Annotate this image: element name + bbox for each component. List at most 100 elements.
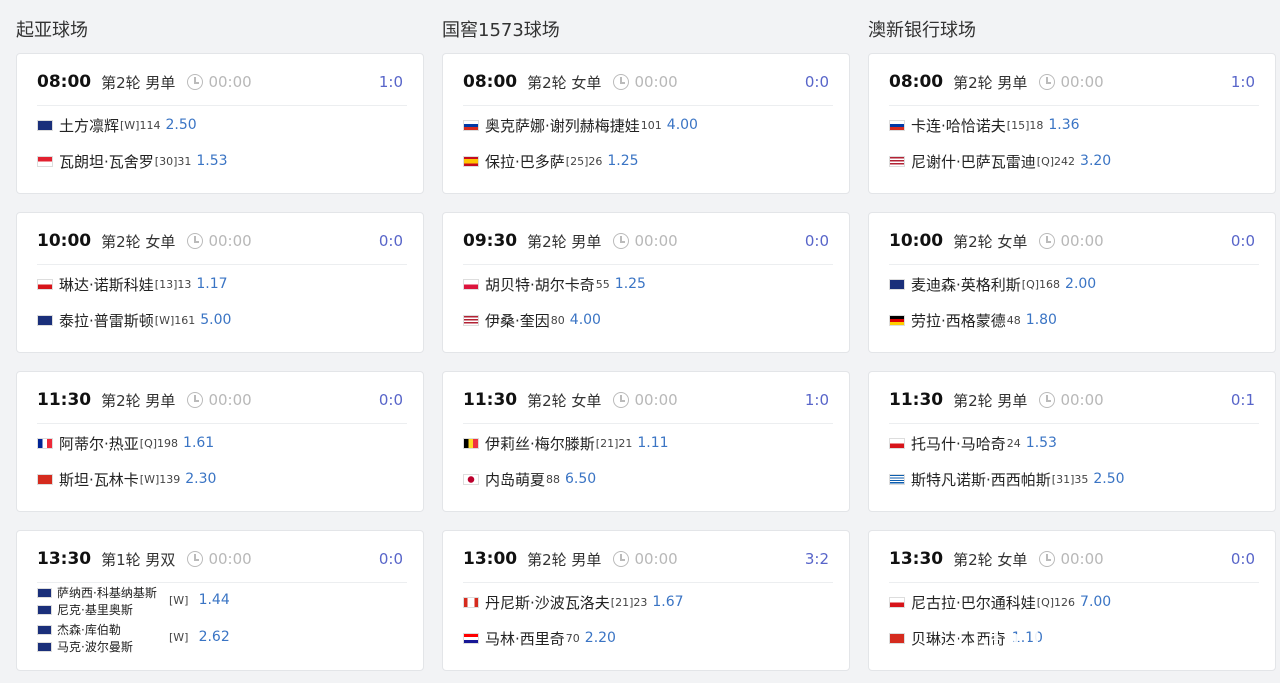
court-title: 国窖1573球场 bbox=[442, 20, 560, 41]
flag-fra-icon bbox=[37, 437, 53, 449]
player-row[interactable]: 伊桑·奎因 80 4.00 bbox=[463, 310, 839, 330]
doubles-team[interactable]: 萨纳西·科基纳基斯 尼克·基里奥斯 [W] 1.44 bbox=[37, 584, 417, 620]
player-odds[interactable]: 6.50 bbox=[565, 471, 596, 487]
divider bbox=[463, 582, 833, 583]
player-odds[interactable]: 4.00 bbox=[667, 117, 698, 133]
flag-mon-icon bbox=[37, 155, 53, 167]
player-row[interactable]: 劳拉·西格蒙德 48 1.80 bbox=[889, 310, 1265, 330]
clock-icon bbox=[187, 392, 204, 408]
player-row[interactable]: 瓦朗坦·瓦舍罗 [30]31 1.53 bbox=[37, 151, 413, 171]
flag-sui-icon bbox=[889, 632, 905, 644]
player-odds[interactable]: 1.53 bbox=[1026, 435, 1057, 451]
elapsed-time: 00:00 bbox=[208, 391, 252, 409]
flag-gre-icon bbox=[889, 473, 905, 485]
match-card[interactable]: 10:00 第2轮 女单 00:00 0:0 琳达·诺斯科娃 [13]13 1.… bbox=[16, 212, 424, 353]
player-name: 斯坦·瓦林卡 bbox=[59, 470, 139, 489]
player-row[interactable]: 保拉·巴多萨 [25]26 1.25 bbox=[463, 151, 839, 171]
player-name: 马林·西里奇 bbox=[485, 629, 565, 648]
player-odds[interactable]: 7.00 bbox=[1080, 594, 1111, 610]
player-row[interactable]: 奥克萨娜·谢列赫梅捷娃 101 4.00 bbox=[463, 115, 839, 135]
flag-aus-icon bbox=[889, 278, 905, 290]
player-name: 胡贝特·胡尔卡奇 bbox=[485, 275, 595, 294]
match-time: 11:30 bbox=[37, 390, 92, 410]
flag-rus-icon bbox=[463, 119, 479, 131]
doubles-team[interactable]: 杰森·库伯勒 马克·波尔曼斯 [W] 2.62 bbox=[37, 621, 417, 657]
player-row[interactable]: 斯特凡诺斯·西西帕斯 [31]35 2.50 bbox=[889, 469, 1265, 489]
match-round: 第2轮 男单 bbox=[527, 550, 602, 569]
match-header: 13:30 第1轮 男双 00:00 0:0 bbox=[37, 548, 403, 570]
player-row[interactable]: 马林·西里奇 70 2.20 bbox=[463, 628, 839, 648]
player-seed: 80 bbox=[550, 313, 565, 327]
player-odds[interactable]: 4.00 bbox=[570, 312, 601, 328]
match-round: 第2轮 女单 bbox=[953, 550, 1028, 569]
clock-icon bbox=[613, 551, 630, 567]
player-seed: 55 bbox=[595, 277, 610, 291]
player-odds[interactable]: 1.80 bbox=[1026, 312, 1057, 328]
match-card[interactable]: 13:30 第1轮 男双 00:00 0:0 萨纳西·科基纳基斯 尼克·基里奥斯… bbox=[16, 530, 424, 671]
match-time: 08:00 bbox=[463, 72, 518, 92]
player-odds[interactable]: 2.30 bbox=[185, 471, 216, 487]
player-row[interactable]: 泰拉·普雷斯顿 [W]161 5.00 bbox=[37, 310, 413, 330]
team-odds[interactable]: 1.44 bbox=[199, 592, 230, 608]
flag-jpn-icon bbox=[463, 473, 479, 485]
player-row[interactable]: 斯坦·瓦林卡 [W]139 2.30 bbox=[37, 469, 413, 489]
match-card[interactable]: 13:00 第2轮 男单 00:00 3:2 丹尼斯·沙波瓦洛夫 [21]23 … bbox=[442, 530, 850, 671]
player-row[interactable]: 内岛萌夏 88 6.50 bbox=[463, 469, 839, 489]
player-odds[interactable]: 1.25 bbox=[607, 153, 638, 169]
player-seed: [30]31 bbox=[154, 154, 192, 168]
player-row[interactable]: 卡连·哈恰诺夫 [15]18 1.36 bbox=[889, 115, 1265, 135]
match-score: 0:1 bbox=[1230, 391, 1255, 409]
player-row[interactable]: 土方凛辉 [W]114 2.50 bbox=[37, 115, 413, 135]
player-row[interactable]: 尼古拉·巴尔通科娃 [Q]126 7.00 bbox=[889, 592, 1265, 612]
player-row[interactable]: 尼谢什·巴萨瓦雷迪 [Q]242 3.20 bbox=[889, 151, 1265, 171]
player-odds[interactable]: 1.53 bbox=[196, 153, 227, 169]
player-row[interactable]: 琳达·诺斯科娃 [13]13 1.17 bbox=[37, 274, 413, 294]
match-card[interactable]: 10:00 第2轮 女单 00:00 0:0 麦迪森·英格利斯 [Q]168 2… bbox=[868, 212, 1276, 353]
match-card[interactable]: 08:00 第2轮 男单 00:00 1:0 土方凛辉 [W]114 2.50 … bbox=[16, 53, 424, 194]
player-odds[interactable]: 1.17 bbox=[196, 276, 227, 292]
player-row[interactable]: 托马什·马哈奇 24 1.53 bbox=[889, 433, 1265, 453]
clock-icon bbox=[613, 392, 630, 408]
match-card[interactable]: 08:00 第2轮 男单 00:00 1:0 卡连·哈恰诺夫 [15]18 1.… bbox=[868, 53, 1276, 194]
player-row[interactable]: 麦迪森·英格利斯 [Q]168 2.00 bbox=[889, 274, 1265, 294]
match-card[interactable]: 08:00 第2轮 女单 00:00 0:0 奥克萨娜·谢列赫梅捷娃 101 4… bbox=[442, 53, 850, 194]
player-odds[interactable]: 2.50 bbox=[165, 117, 196, 133]
player-odds[interactable]: 3.20 bbox=[1080, 153, 1111, 169]
player-odds[interactable]: 5.00 bbox=[200, 312, 231, 328]
elapsed-time: 00:00 bbox=[208, 232, 252, 250]
team-odds[interactable]: 2.62 bbox=[199, 629, 230, 645]
player-seed: [25]26 bbox=[565, 154, 603, 168]
match-card[interactable]: 11:30 第2轮 女单 00:00 1:0 伊莉丝·梅尔滕斯 [21]21 1… bbox=[442, 371, 850, 512]
divider bbox=[37, 105, 407, 106]
player-row[interactable]: 阿蒂尔·热亚 [Q]198 1.61 bbox=[37, 433, 413, 453]
player-odds[interactable]: 1.67 bbox=[652, 594, 683, 610]
flag-cze-icon bbox=[37, 278, 53, 290]
player-odds[interactable]: 1.36 bbox=[1048, 117, 1079, 133]
match-card[interactable]: 11:30 第2轮 男单 00:00 0:1 托马什·马哈奇 24 1.53 斯… bbox=[868, 371, 1276, 512]
match-card[interactable]: 09:30 第2轮 男单 00:00 0:0 胡贝特·胡尔卡奇 55 1.25 … bbox=[442, 212, 850, 353]
match-time: 13:30 bbox=[37, 549, 92, 569]
player-row[interactable]: 丹尼斯·沙波瓦洛夫 [21]23 1.67 bbox=[463, 592, 839, 612]
divider bbox=[463, 264, 833, 265]
player-seed: [W]114 bbox=[120, 118, 161, 132]
player-odds[interactable]: 1.61 bbox=[183, 435, 214, 451]
clock-icon bbox=[613, 233, 630, 249]
match-score: 1:0 bbox=[1230, 73, 1255, 91]
match-card[interactable]: 11:30 第2轮 男单 00:00 0:0 阿蒂尔·热亚 [Q]198 1.6… bbox=[16, 371, 424, 512]
elapsed-time: 00:00 bbox=[1060, 550, 1104, 568]
match-round: 第1轮 男双 bbox=[101, 550, 176, 569]
match-time: 10:00 bbox=[37, 231, 92, 251]
player-seed: [Q]126 bbox=[1036, 595, 1076, 609]
player-row[interactable]: 胡贝特·胡尔卡奇 55 1.25 bbox=[463, 274, 839, 294]
player-odds[interactable]: 1.25 bbox=[615, 276, 646, 292]
player-odds[interactable]: 2.50 bbox=[1093, 471, 1124, 487]
player-odds[interactable]: 2.00 bbox=[1065, 276, 1096, 292]
player-seed: 101 bbox=[640, 118, 662, 132]
match-header: 08:00 第2轮 男单 00:00 1:0 bbox=[37, 71, 403, 93]
player-row[interactable]: 伊莉丝·梅尔滕斯 [21]21 1.11 bbox=[463, 433, 839, 453]
player-odds[interactable]: 1.11 bbox=[637, 435, 668, 451]
match-score: 0:0 bbox=[1230, 550, 1255, 568]
player-seed: 24 bbox=[1006, 436, 1021, 450]
player-odds[interactable]: 2.20 bbox=[585, 630, 616, 646]
player-name: 卡连·哈恰诺夫 bbox=[911, 116, 1006, 135]
